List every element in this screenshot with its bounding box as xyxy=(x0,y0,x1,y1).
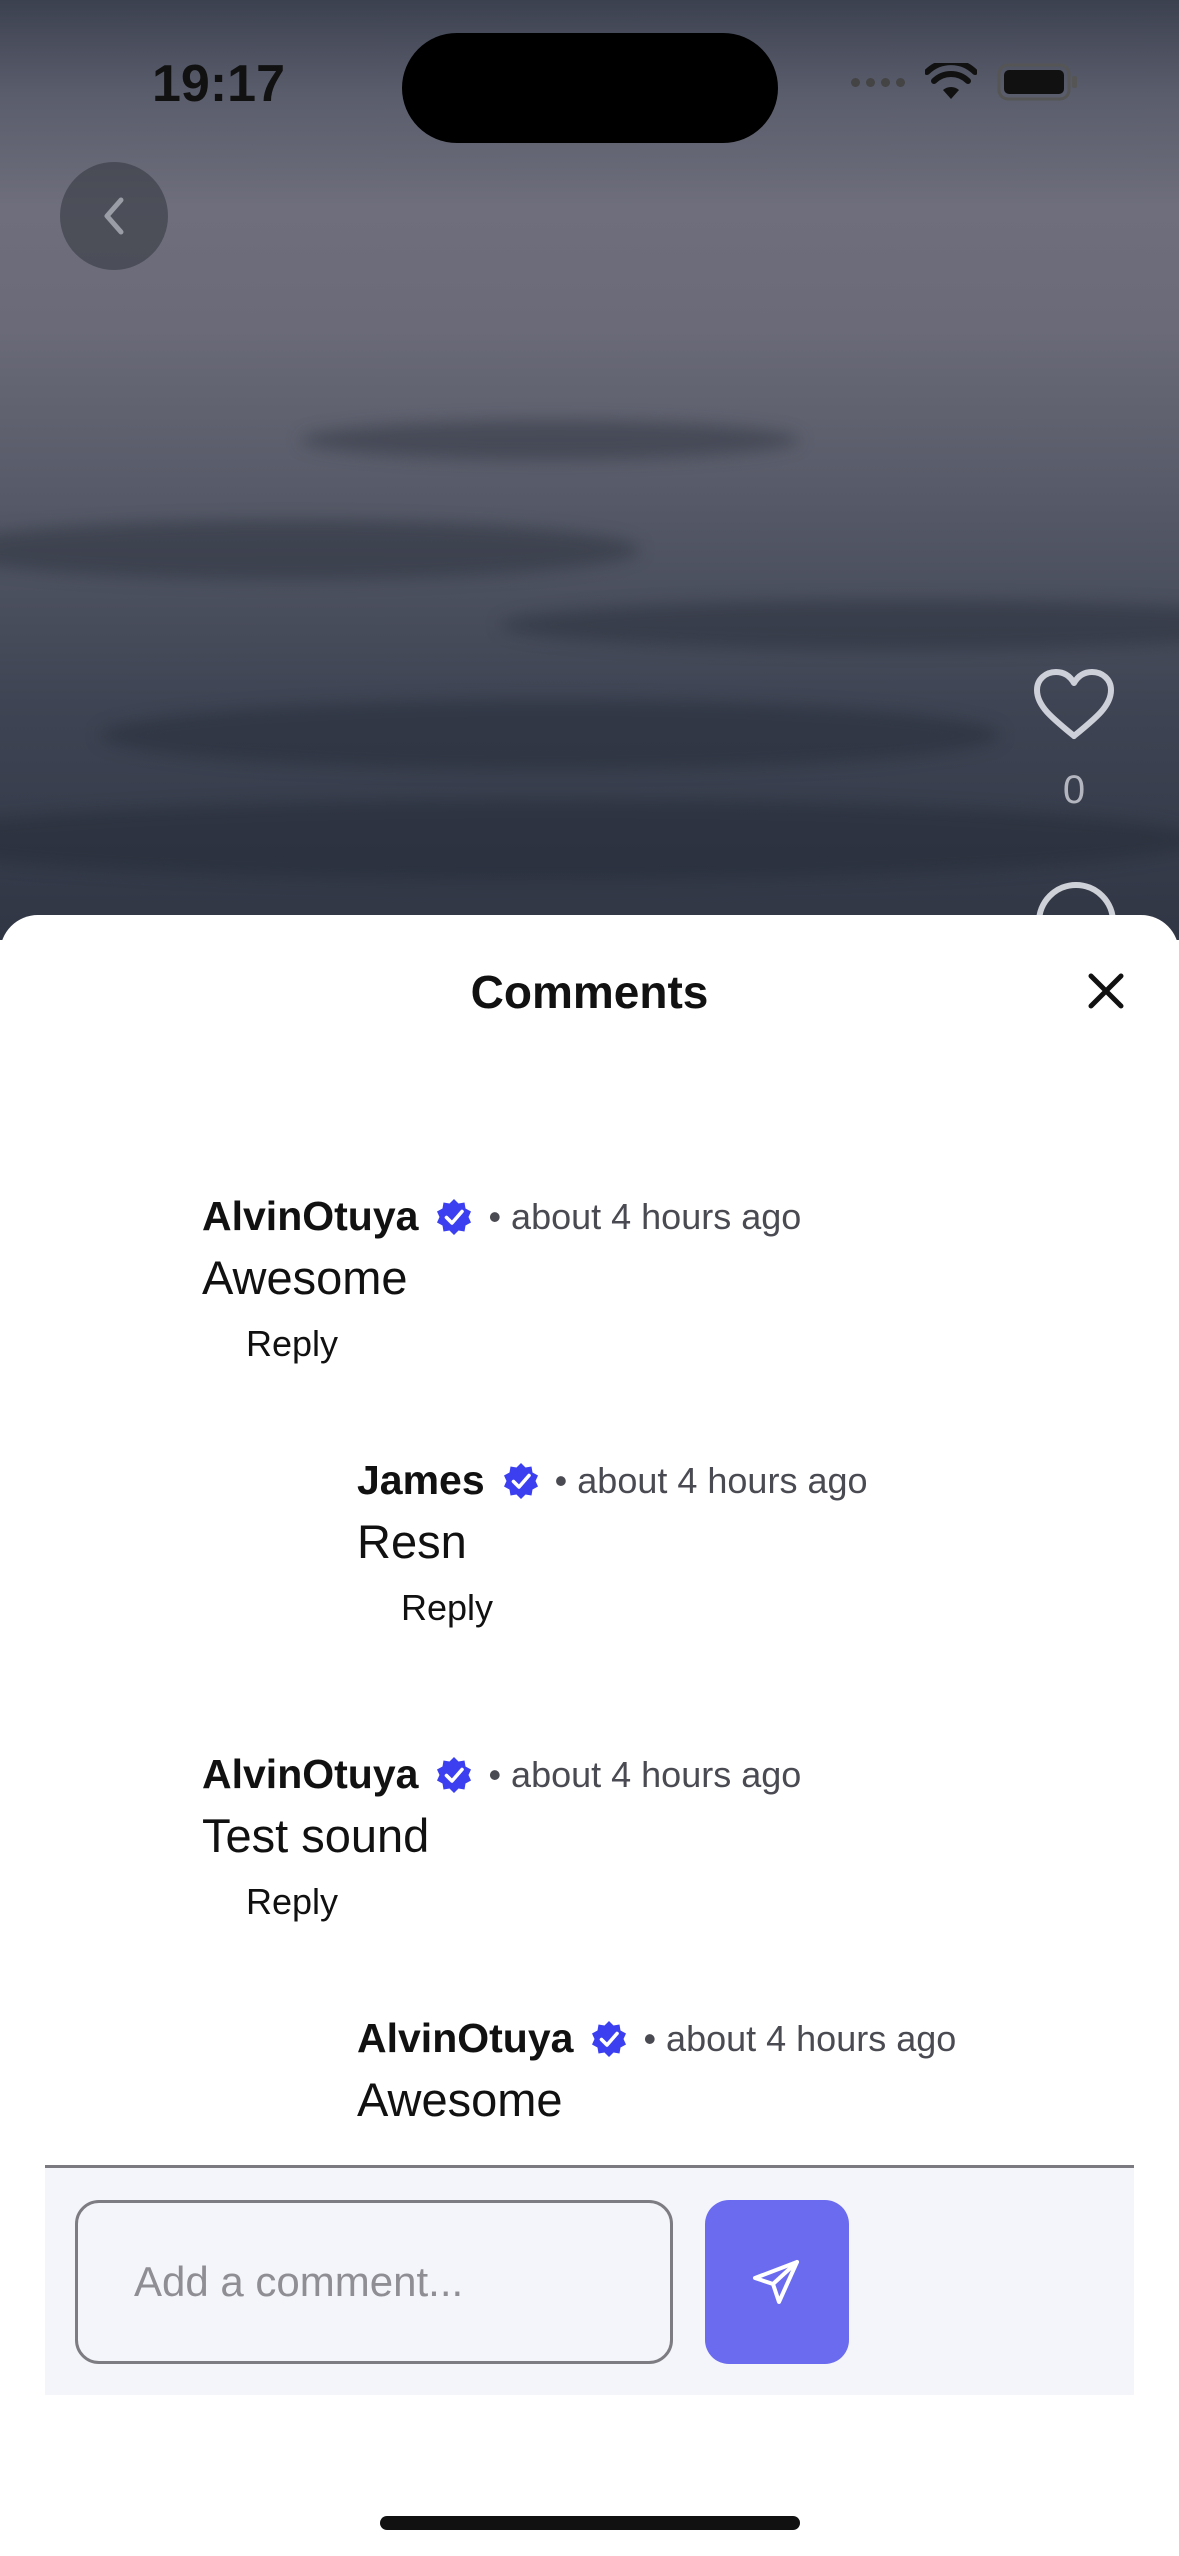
comment-item: AlvinOtuya • about 4 hours ago Awesome R… xyxy=(202,1193,801,1365)
home-indicator[interactable] xyxy=(380,2516,800,2530)
comment-timestamp: • about 4 hours ago xyxy=(488,1195,802,1237)
comment-username[interactable]: James xyxy=(357,1457,485,1504)
signal-dots-icon xyxy=(851,77,905,87)
comment-text: Awesome xyxy=(202,1251,408,1304)
comment-text: Resn xyxy=(357,1515,467,1568)
heart-icon xyxy=(1034,669,1114,739)
comment-timestamp: • about 4 hours ago xyxy=(554,1459,868,1501)
reply-button[interactable]: Reply xyxy=(246,1881,801,1923)
send-icon xyxy=(753,2260,799,2304)
comments-list[interactable]: AlvinOtuya • about 4 hours ago Awesome R… xyxy=(0,915,1179,2165)
comment-text: Awesome xyxy=(357,2073,563,2126)
comment-item: James • about 4 hours ago Resn Reply xyxy=(357,1457,868,1629)
verified-badge-icon xyxy=(437,1756,472,1793)
comment-item: AlvinOtuya • about 4 hours ago Test soun… xyxy=(202,1751,801,1923)
reply-button[interactable]: Reply xyxy=(246,1323,801,1365)
like-button[interactable] xyxy=(1032,668,1116,742)
send-button[interactable] xyxy=(705,2200,849,2364)
battery-icon xyxy=(997,63,1077,101)
comment-username[interactable]: AlvinOtuya xyxy=(357,2015,573,2062)
verified-badge-icon xyxy=(437,1198,472,1235)
comments-sheet: Comments AlvinOtuya • about 4 hours ago … xyxy=(0,915,1179,2556)
comment-username[interactable]: AlvinOtuya xyxy=(202,1193,418,1240)
comment-input[interactable] xyxy=(75,2200,673,2364)
status-time: 19:17 xyxy=(152,55,285,113)
wifi-icon xyxy=(925,63,977,99)
comment-item: AlvinOtuya • about 4 hours ago Awesome xyxy=(357,2015,956,2127)
comment-username[interactable]: AlvinOtuya xyxy=(202,1751,418,1798)
status-indicators xyxy=(851,62,1079,102)
dynamic-island xyxy=(402,33,778,143)
reply-button[interactable]: Reply xyxy=(401,1587,868,1629)
comment-input-bar xyxy=(45,2168,1134,2395)
back-button[interactable] xyxy=(60,162,168,270)
comment-timestamp: • about 4 hours ago xyxy=(488,1753,802,1795)
verified-badge-icon xyxy=(503,1462,538,1499)
chevron-left-icon xyxy=(104,197,124,235)
comment-text: Test sound xyxy=(202,1809,430,1862)
verified-badge-icon xyxy=(592,2020,627,2057)
comment-timestamp: • about 4 hours ago xyxy=(643,2017,957,2059)
like-count: 0 xyxy=(1062,768,1086,812)
